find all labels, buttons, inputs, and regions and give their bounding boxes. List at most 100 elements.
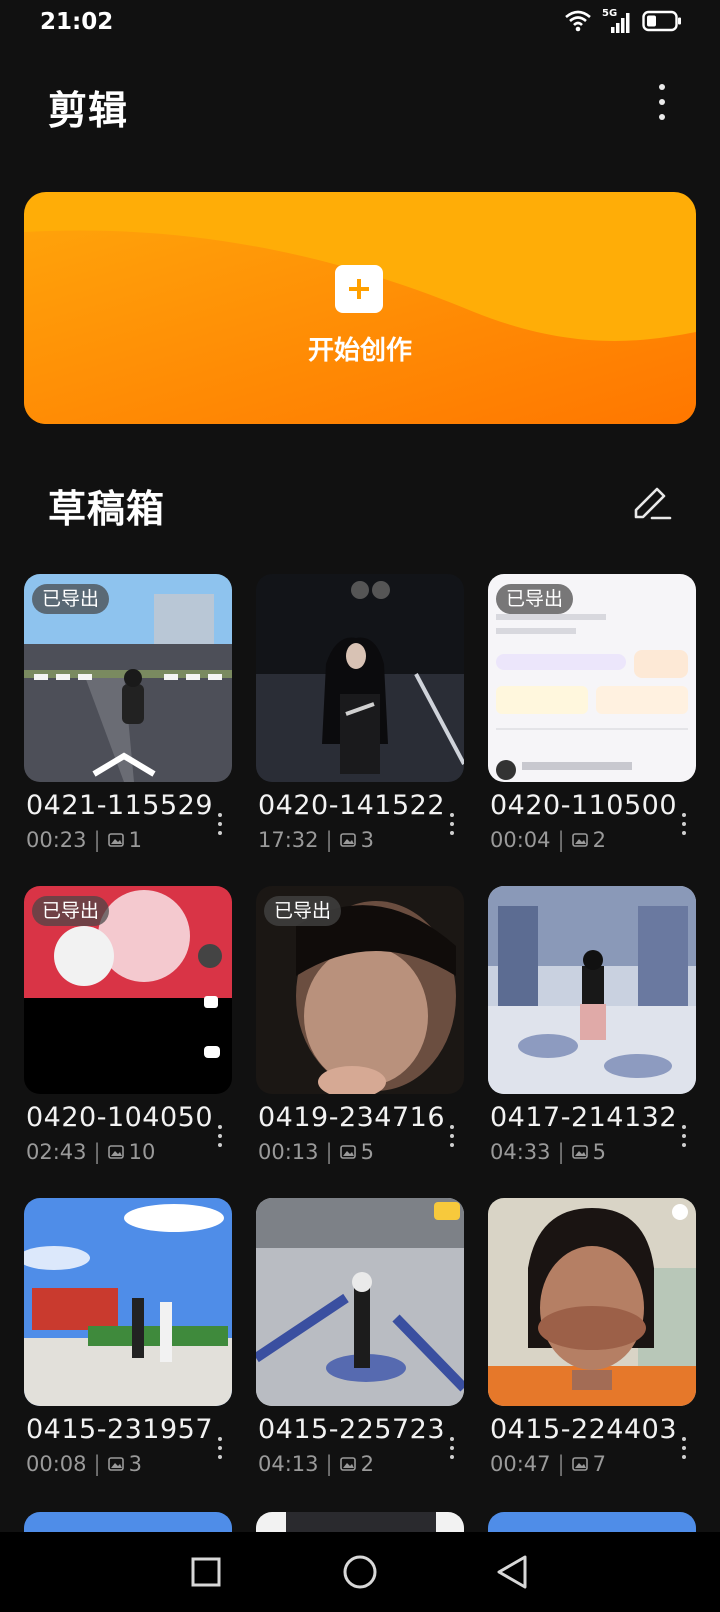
draft-duration: 00:04 (490, 828, 551, 852)
draft-card[interactable]: 0420-141522 17:32 | 3 (256, 574, 464, 852)
more-dot (682, 1134, 686, 1138)
meta-separator: | (93, 1140, 101, 1164)
more-vertical-icon (682, 813, 686, 817)
draft-more-button[interactable] (674, 1116, 694, 1156)
more-vertical-icon (682, 1437, 686, 1441)
draft-title: 0415-225723 (258, 1414, 446, 1445)
more-dot (218, 1446, 222, 1450)
meta-separator: | (93, 828, 101, 852)
exported-badge: 已导出 (32, 896, 110, 926)
home-circle-icon (343, 1555, 377, 1589)
more-dot (450, 1446, 454, 1450)
draft-more-button[interactable] (674, 1428, 694, 1468)
draft-image-count: 10 (128, 1140, 156, 1164)
draft-card[interactable]: 已导出 0421-115529 00:23 | 1 (24, 574, 232, 852)
draft-image-count: 2 (360, 1452, 374, 1476)
image-count-icon (107, 1140, 124, 1164)
exported-badge: 已导出 (32, 584, 110, 614)
draft-more-button[interactable] (210, 804, 230, 844)
more-dot (218, 1134, 222, 1138)
more-dot (450, 1143, 454, 1147)
draft-card[interactable]: 0415-231957 00:08 | 3 (24, 1198, 232, 1476)
draft-image-count: 7 (592, 1452, 606, 1476)
draft-thumbnail[interactable]: 已导出 (24, 574, 232, 782)
draft-image-count: 5 (592, 1140, 606, 1164)
draft-duration: 04:13 (258, 1452, 319, 1476)
draft-thumbnail[interactable] (488, 886, 696, 1094)
more-vertical-icon (218, 1125, 222, 1129)
system-nav-bar (0, 1532, 720, 1612)
more-dot (682, 1143, 686, 1147)
more-vertical-icon (218, 1437, 222, 1441)
draft-thumbnail[interactable] (256, 1198, 464, 1406)
draft-more-button[interactable] (210, 1428, 230, 1468)
image-count-icon (107, 828, 124, 852)
draft-card[interactable]: 已导出 0420-110500 00:04 | 2 (488, 574, 696, 852)
exported-badge: 已导出 (496, 584, 574, 614)
meta-separator: | (557, 1452, 565, 1476)
draft-meta: 00:04 | 2 (490, 828, 606, 852)
draft-card[interactable]: 已导出 0420-104050 02:43 | 10 (24, 886, 232, 1164)
draft-card[interactable]: 已导出 0419-234716 00:13 | 5 (256, 886, 464, 1164)
more-dot (682, 1446, 686, 1450)
draft-duration: 00:47 (490, 1452, 551, 1476)
draft-thumbnail[interactable]: 已导出 (24, 886, 232, 1094)
draft-more-button[interactable] (442, 804, 462, 844)
image-count-icon (339, 1452, 356, 1476)
draft-thumbnail[interactable]: 已导出 (256, 886, 464, 1094)
draft-card[interactable]: 0415-224403 00:47 | 7 (488, 1198, 696, 1476)
draft-duration: 00:13 (258, 1140, 319, 1164)
more-dot (682, 1455, 686, 1459)
thumbnail-image (24, 1198, 232, 1406)
draft-meta: 00:13 | 5 (258, 1140, 374, 1164)
draft-image-count: 3 (128, 1452, 142, 1476)
more-dot (450, 1134, 454, 1138)
more-dot (450, 822, 454, 826)
thumbnail-image (256, 1198, 464, 1406)
draft-more-button[interactable] (674, 804, 694, 844)
draft-thumbnail[interactable]: 已导出 (488, 574, 696, 782)
image-count-icon (571, 1140, 588, 1164)
more-vertical-icon (450, 1125, 454, 1129)
draft-duration: 04:33 (490, 1140, 551, 1164)
recents-square-icon (191, 1557, 221, 1587)
back-button[interactable] (486, 1546, 538, 1598)
back-triangle-icon (497, 1555, 527, 1589)
draft-meta: 04:13 | 2 (258, 1452, 374, 1476)
thumbnail-image (488, 1198, 696, 1406)
image-count-icon (107, 1452, 124, 1476)
more-vertical-icon (682, 1125, 686, 1129)
draft-more-button[interactable] (210, 1116, 230, 1156)
draft-meta: 17:32 | 3 (258, 828, 374, 852)
thumbnail-image (256, 574, 464, 782)
more-vertical-icon (450, 1437, 454, 1441)
draft-thumbnail[interactable] (24, 1198, 232, 1406)
draft-meta: 00:23 | 1 (26, 828, 142, 852)
meta-separator: | (93, 1452, 101, 1476)
draft-duration: 02:43 (26, 1140, 87, 1164)
draft-image-count: 5 (360, 1140, 374, 1164)
exported-badge: 已导出 (264, 896, 342, 926)
draft-title: 0420-104050 (26, 1102, 214, 1133)
draft-card[interactable]: 0415-225723 04:13 | 2 (256, 1198, 464, 1476)
draft-image-count: 1 (128, 828, 142, 852)
draft-duration: 00:08 (26, 1452, 87, 1476)
draft-meta: 00:47 | 7 (490, 1452, 606, 1476)
meta-separator: | (557, 1140, 565, 1164)
draft-title: 0420-141522 (258, 790, 446, 821)
draft-more-button[interactable] (442, 1428, 462, 1468)
home-button[interactable] (334, 1546, 386, 1598)
meta-separator: | (557, 828, 565, 852)
draft-card[interactable]: 0417-214132 04:33 | 5 (488, 886, 696, 1164)
meta-separator: | (325, 1452, 333, 1476)
more-vertical-icon (218, 813, 222, 817)
image-count-icon (571, 1452, 588, 1476)
draft-more-button[interactable] (442, 1116, 462, 1156)
more-dot (218, 1455, 222, 1459)
draft-thumbnail[interactable] (256, 574, 464, 782)
recents-button[interactable] (180, 1546, 232, 1598)
draft-title: 0421-115529 (26, 790, 214, 821)
draft-meta: 04:33 | 5 (490, 1140, 606, 1164)
draft-title: 0419-234716 (258, 1102, 446, 1133)
draft-thumbnail[interactable] (488, 1198, 696, 1406)
